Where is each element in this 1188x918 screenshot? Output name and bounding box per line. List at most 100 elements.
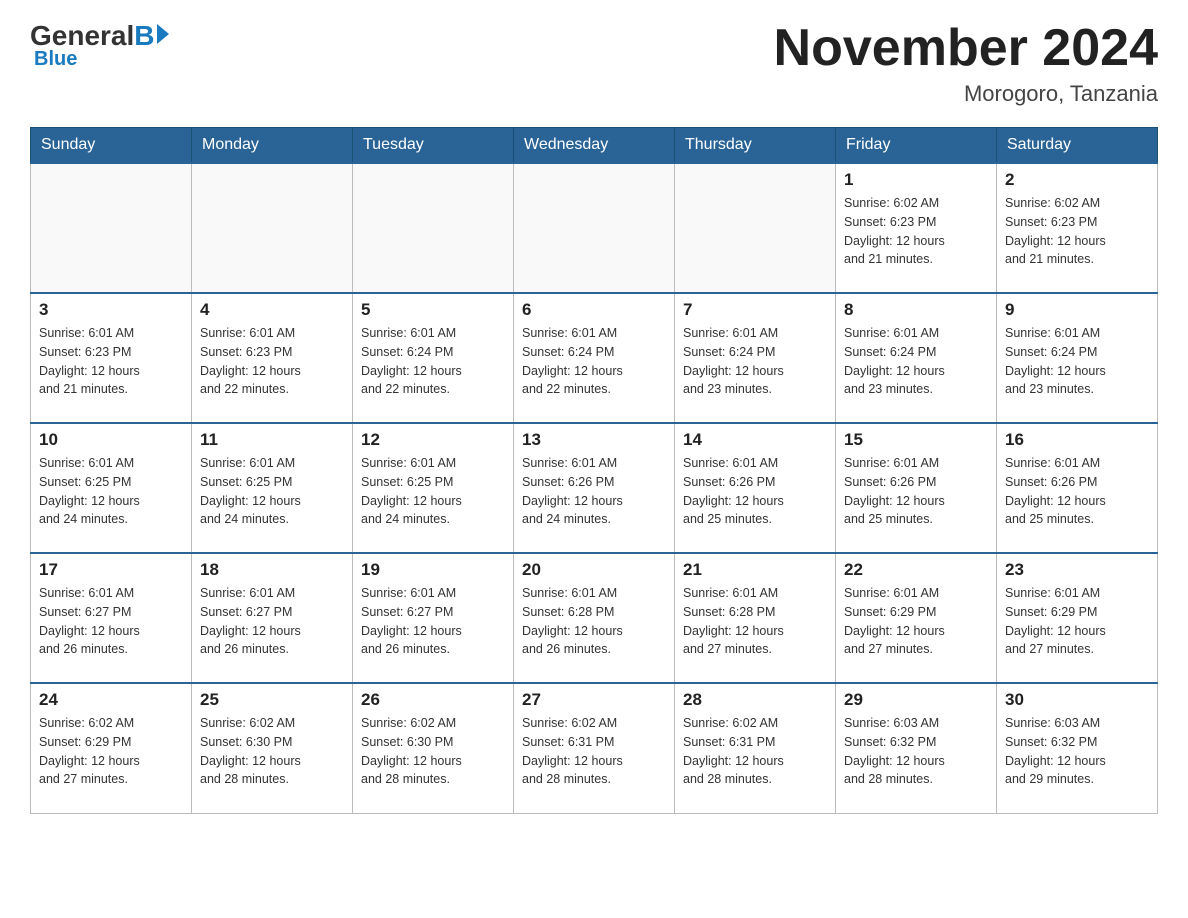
day-info: Sunrise: 6:01 AMSunset: 6:27 PMDaylight:… [200,584,344,659]
day-info: Sunrise: 6:01 AMSunset: 6:25 PMDaylight:… [39,454,183,529]
day-info: Sunrise: 6:01 AMSunset: 6:28 PMDaylight:… [522,584,666,659]
day-info: Sunrise: 6:02 AMSunset: 6:30 PMDaylight:… [361,714,505,789]
day-info: Sunrise: 6:01 AMSunset: 6:26 PMDaylight:… [844,454,988,529]
table-row [192,163,353,293]
month-title: November 2024 [774,20,1158,77]
day-info: Sunrise: 6:01 AMSunset: 6:26 PMDaylight:… [1005,454,1149,529]
day-number: 9 [1005,300,1149,320]
header-thursday: Thursday [675,128,836,164]
day-info: Sunrise: 6:01 AMSunset: 6:26 PMDaylight:… [522,454,666,529]
day-number: 11 [200,430,344,450]
table-row: 22Sunrise: 6:01 AMSunset: 6:29 PMDayligh… [836,553,997,683]
day-number: 27 [522,690,666,710]
day-number: 20 [522,560,666,580]
table-row: 15 Sunrise: 6:01 AMSunset: 6:26 PMDayligh… [836,423,997,553]
table-row: 24Sunrise: 6:02 AMSunset: 6:29 PMDayligh… [31,683,192,813]
header-monday: Monday [192,128,353,164]
day-info: Sunrise: 6:01 AMSunset: 6:26 PMDaylight:… [683,454,827,529]
table-row: 3Sunrise: 6:01 AMSunset: 6:23 PMDaylight… [31,293,192,423]
day-number: 26 [361,690,505,710]
title-section: November 2024 Morogoro, Tanzania [774,20,1158,107]
table-row: 10 Sunrise: 6:01 AMSunset: 6:25 PMDayligh… [31,423,192,553]
table-row: 27 Sunrise: 6:02 AMSunset: 6:31 PMDayligh… [514,683,675,813]
table-row: 16 Sunrise: 6:01 AMSunset: 6:26 PMDayligh… [997,423,1158,553]
day-number: 8 [844,300,988,320]
table-row: 9Sunrise: 6:01 AMSunset: 6:24 PMDaylight… [997,293,1158,423]
table-row: 26 Sunrise: 6:02 AMSunset: 6:30 PMDayligh… [353,683,514,813]
logo-blue-text: Blue [34,48,77,71]
table-row: 19 Sunrise: 6:01 AMSunset: 6:27 PMDayligh… [353,553,514,683]
day-number: 10 [39,430,183,450]
table-row: 4Sunrise: 6:01 AMSunset: 6:23 PMDaylight… [192,293,353,423]
table-row: 11 Sunrise: 6:01 AMSunset: 6:25 PMDayligh… [192,423,353,553]
day-number: 17 [39,560,183,580]
day-info: Sunrise: 6:01 AMSunset: 6:25 PMDaylight:… [361,454,505,529]
calendar-week-row: 1 Sunrise: 6:02 AMSunset: 6:23 PMDaylight… [31,163,1158,293]
table-row [353,163,514,293]
day-number: 15 [844,430,988,450]
day-info: Sunrise: 6:01 AMSunset: 6:23 PMDaylight:… [39,324,183,399]
day-number: 18 [200,560,344,580]
day-number: 16 [1005,430,1149,450]
table-row: 18 Sunrise: 6:01 AMSunset: 6:27 PMDayligh… [192,553,353,683]
day-number: 12 [361,430,505,450]
table-row [514,163,675,293]
day-info: Sunrise: 6:02 AMSunset: 6:31 PMDaylight:… [522,714,666,789]
header-saturday: Saturday [997,128,1158,164]
table-row: 13 Sunrise: 6:01 AMSunset: 6:26 PMDayligh… [514,423,675,553]
day-info: Sunrise: 6:01 AMSunset: 6:29 PMDaylight:… [1005,584,1149,659]
table-row [675,163,836,293]
day-info: Sunrise: 6:01 AMSunset: 6:25 PMDaylight:… [200,454,344,529]
day-info: Sunrise: 6:01 AMSunset: 6:24 PMDaylight:… [361,324,505,399]
table-row: 1Sunrise: 6:02 AMSunset: 6:23 PMDaylight… [836,163,997,293]
day-number: 29 [844,690,988,710]
logo: General B Blue [30,20,169,71]
day-info: Sunrise: 6:01 AMSunset: 6:27 PMDaylight:… [39,584,183,659]
table-row: 14Sunrise: 6:01 AMSunset: 6:26 PMDayligh… [675,423,836,553]
day-number: 6 [522,300,666,320]
day-number: 28 [683,690,827,710]
day-info: Sunrise: 6:01 AMSunset: 6:28 PMDaylight:… [683,584,827,659]
header-friday: Friday [836,128,997,164]
day-info: Sunrise: 6:01 AMSunset: 6:24 PMDaylight:… [522,324,666,399]
table-row: 7 Sunrise: 6:01 AMSunset: 6:24 PMDaylight… [675,293,836,423]
day-number: 24 [39,690,183,710]
table-row: 12 Sunrise: 6:01 AMSunset: 6:25 PMDayligh… [353,423,514,553]
table-row: 29 Sunrise: 6:03 AMSunset: 6:32 PMDayligh… [836,683,997,813]
day-number: 23 [1005,560,1149,580]
table-row: 17 Sunrise: 6:01 AMSunset: 6:27 PMDayligh… [31,553,192,683]
day-number: 4 [200,300,344,320]
day-info: Sunrise: 6:02 AMSunset: 6:31 PMDaylight:… [683,714,827,789]
calendar-week-row: 10 Sunrise: 6:01 AMSunset: 6:25 PMDayligh… [31,423,1158,553]
day-number: 1 [844,170,988,190]
calendar-week-row: 3Sunrise: 6:01 AMSunset: 6:23 PMDaylight… [31,293,1158,423]
day-number: 13 [522,430,666,450]
day-info: Sunrise: 6:01 AMSunset: 6:29 PMDaylight:… [844,584,988,659]
table-row: 28 Sunrise: 6:02 AMSunset: 6:31 PMDayligh… [675,683,836,813]
table-row: 25 Sunrise: 6:02 AMSunset: 6:30 PMDayligh… [192,683,353,813]
table-row: 6 Sunrise: 6:01 AMSunset: 6:24 PMDaylight… [514,293,675,423]
location-text: Morogoro, Tanzania [774,81,1158,107]
table-row: 21Sunrise: 6:01 AMSunset: 6:28 PMDayligh… [675,553,836,683]
table-row: 2 Sunrise: 6:02 AMSunset: 6:23 PMDaylight… [997,163,1158,293]
header-tuesday: Tuesday [353,128,514,164]
day-number: 7 [683,300,827,320]
day-info: Sunrise: 6:01 AMSunset: 6:24 PMDaylight:… [844,324,988,399]
calendar-table: Sunday Monday Tuesday Wednesday Thursday… [30,127,1158,814]
day-info: Sunrise: 6:02 AMSunset: 6:23 PMDaylight:… [1005,194,1149,269]
day-number: 25 [200,690,344,710]
logo-b: B [134,20,154,52]
calendar-week-row: 24Sunrise: 6:02 AMSunset: 6:29 PMDayligh… [31,683,1158,813]
day-number: 2 [1005,170,1149,190]
day-info: Sunrise: 6:01 AMSunset: 6:24 PMDaylight:… [683,324,827,399]
table-row [31,163,192,293]
table-row: 8 Sunrise: 6:01 AMSunset: 6:24 PMDaylight… [836,293,997,423]
day-info: Sunrise: 6:03 AMSunset: 6:32 PMDaylight:… [844,714,988,789]
header-wednesday: Wednesday [514,128,675,164]
day-info: Sunrise: 6:02 AMSunset: 6:30 PMDaylight:… [200,714,344,789]
day-number: 19 [361,560,505,580]
table-row: 23 Sunrise: 6:01 AMSunset: 6:29 PMDayligh… [997,553,1158,683]
day-info: Sunrise: 6:01 AMSunset: 6:27 PMDaylight:… [361,584,505,659]
day-info: Sunrise: 6:03 AMSunset: 6:32 PMDaylight:… [1005,714,1149,789]
page-header: General B Blue November 2024 Morogoro, T… [30,20,1158,107]
